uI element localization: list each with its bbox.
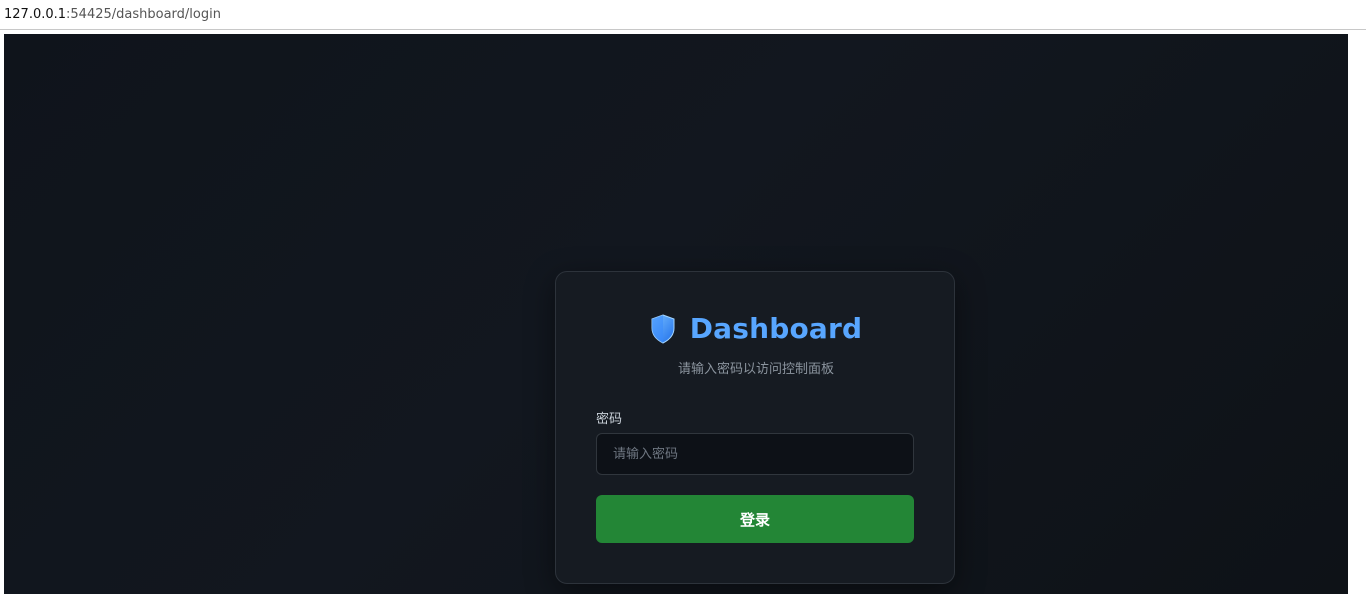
password-label: 密码: [596, 412, 623, 427]
login-button[interactable]: 登录: [596, 495, 914, 543]
password-input[interactable]: [596, 433, 914, 475]
page-scrollbar[interactable]: [1348, 34, 1362, 594]
login-subtitle: 请输入密码以访问控制面板: [677, 362, 834, 377]
page-viewport: Dashboard 请输入密码以访问控制面板 密码 登录: [4, 34, 1348, 594]
window-bottom-edge: [0, 594, 1366, 614]
page-title: Dashboard: [689, 312, 863, 345]
shield-icon: [650, 313, 676, 344]
login-card: Dashboard 请输入密码以访问控制面板 密码 登录: [555, 271, 955, 584]
url-path: :54425/dashboard/login: [66, 7, 221, 22]
brand-header: Dashboard: [556, 312, 956, 345]
address-bar[interactable]: 127.0.0.1:54425/dashboard/login: [0, 0, 1366, 30]
url-host: 127.0.0.1: [4, 7, 67, 22]
